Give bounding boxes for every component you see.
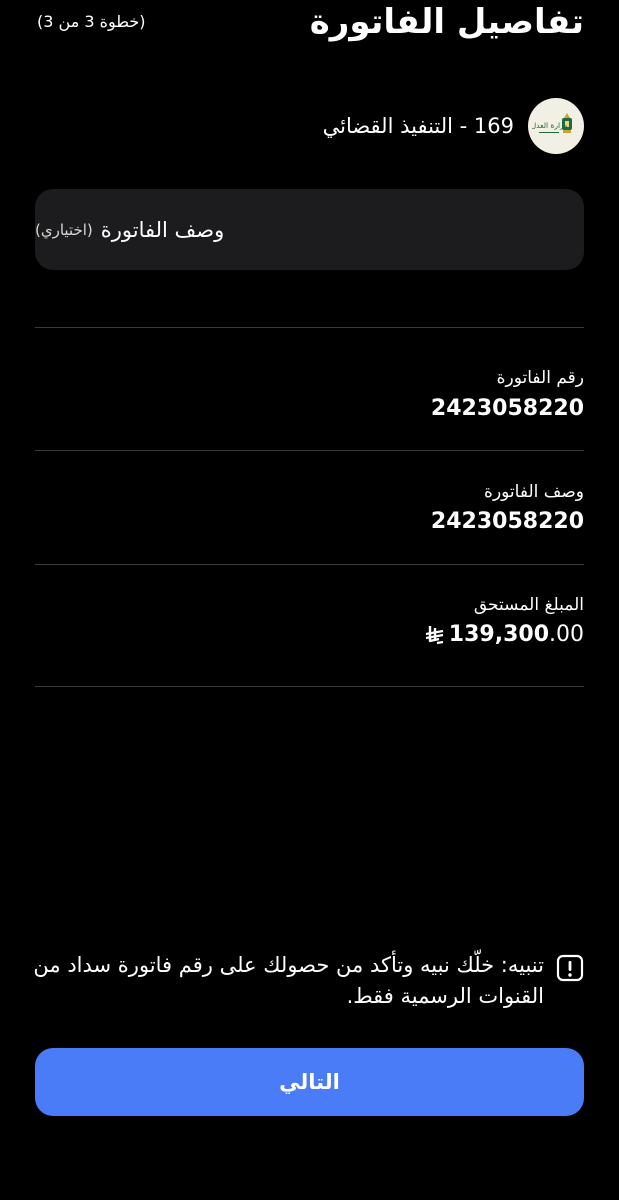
invoice-description-label: وصف الفاتورة (100, 217, 225, 242)
amount-main: 139,300 (448, 622, 549, 647)
amount-due-value: 139,300.00 (423, 622, 584, 647)
biller-logo-graphic: وزارة العدل (532, 113, 572, 133)
invoice-number-value: 2423058220 (430, 396, 584, 421)
invoice-description-optional-hint: (اختياري) (35, 220, 93, 239)
biller-name: 169 - التنفيذ القضائي (322, 114, 514, 138)
amount-decimal: .00 (549, 622, 584, 647)
invoice-number-label: رقم الفاتورة (496, 368, 584, 388)
biller-logo-text: وزارة العدل (532, 121, 568, 130)
amount-due-label: المبلغ المستحق (473, 595, 584, 615)
divider (35, 564, 584, 565)
saudi-riyal-icon (425, 625, 443, 644)
step-indicator: (خطوة 3 من 3) (37, 12, 146, 31)
invoice-description-input[interactable]: وصف الفاتورة (اختياري) (35, 189, 584, 270)
invoice-description-value: 2423058220 (430, 509, 584, 534)
divider (35, 450, 584, 451)
exclamation-icon (556, 954, 584, 982)
page-title: تفاصيل الفاتورة (309, 2, 584, 42)
invoice-description-info-label: وصف الفاتورة (484, 482, 584, 502)
divider (35, 327, 584, 328)
ministry-of-justice-logo-icon: وزارة العدل (528, 98, 584, 154)
divider (35, 686, 584, 687)
biller-row: وزارة العدل 169 - التنفيذ القضائي (323, 98, 584, 154)
next-button[interactable]: التالي (35, 1048, 584, 1116)
warning-notice: تنبيه: خلّك نبيه وتأكد من حصولك على رقم … (32, 950, 584, 1012)
warning-text: تنبيه: خلّك نبيه وتأكد من حصولك على رقم … (33, 953, 544, 1008)
